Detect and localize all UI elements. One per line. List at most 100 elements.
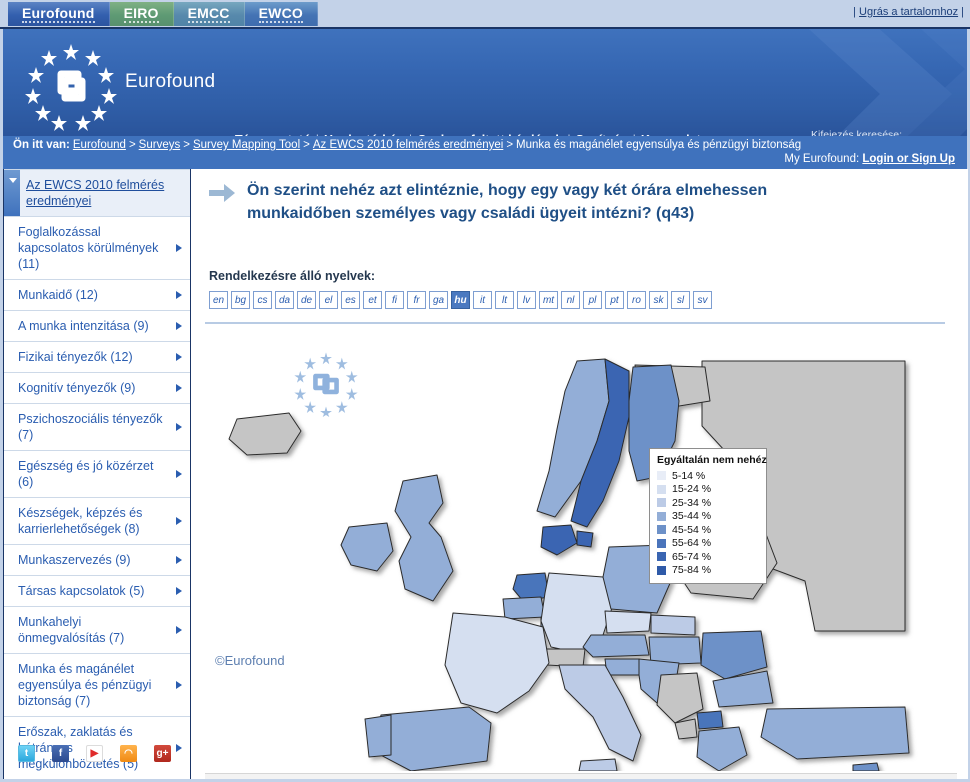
language-nl[interactable]: nl: [561, 291, 580, 309]
choropleth-map[interactable]: ©Eurofound Egyáltalán nem nehéz 5-14 % 15…: [205, 331, 957, 771]
sidebar-item-6[interactable]: Kognitív tényezők (9): [4, 373, 190, 404]
sidebar-item-13[interactable]: Munka és magánélet egyensúlya és pénzügy…: [4, 654, 190, 717]
language-cs[interactable]: cs: [253, 291, 272, 309]
chevron-right-icon[interactable]: [176, 626, 182, 634]
sidebar-item-8[interactable]: Egészség és jó közérzet (6): [4, 451, 190, 498]
legend-swatch: [657, 511, 666, 521]
chevron-right-icon[interactable]: [176, 517, 182, 525]
language-el[interactable]: el: [319, 291, 338, 309]
sidebar-item-12[interactable]: Munkahelyi önmegvalósítás (7): [4, 607, 190, 654]
language-it[interactable]: it: [473, 291, 492, 309]
map-copyright: ©Eurofound: [215, 653, 285, 668]
question-block: Ön szerint nehéz azt elintéznie, hogy eg…: [209, 179, 829, 225]
sidebar-item-3[interactable]: Munkaidő (12): [4, 280, 190, 311]
icon-glyph: ◠: [124, 748, 133, 759]
legend-rows: 5-14 % 15-24 % 25-34 % 35-44 % 45-54 % 55-64 …: [657, 469, 759, 577]
tab-label: Eurofound: [22, 4, 95, 23]
language-es[interactable]: es: [341, 291, 360, 309]
chevron-right-icon[interactable]: [176, 291, 182, 299]
legend-swatch: [657, 552, 666, 562]
my-eurofound-label: My Eurofound:: [784, 153, 860, 165]
language-pt[interactable]: pt: [605, 291, 624, 309]
legend-label: 15-24 %: [672, 483, 712, 496]
legend-swatch: [657, 498, 666, 508]
breadcrumb-item-5: Munka és magánélet egyensúlya és pénzügy…: [516, 139, 802, 151]
languages-label: Rendelkezésre álló nyelvek:: [209, 269, 376, 283]
youtube-icon[interactable]: ▶: [86, 745, 103, 762]
language-de[interactable]: de: [297, 291, 316, 309]
top-tab-bar: Eurofound EIRO EMCC EWCO | Ugrás a tartalom…: [0, 0, 970, 28]
eurofound-logo[interactable]: Eurofound: [21, 41, 215, 131]
language-mt[interactable]: mt: [539, 291, 558, 309]
sidebar-item-5[interactable]: Fizikai tényezők (12): [4, 342, 190, 373]
chevron-right-icon[interactable]: [176, 384, 182, 392]
icon-glyph: f: [58, 748, 63, 759]
language-ro[interactable]: ro: [627, 291, 646, 309]
tab-ewco[interactable]: EWCO: [244, 2, 318, 26]
sidebar-item-2[interactable]: Foglalkozással kapcsolatos körülmények (…: [4, 217, 190, 280]
language-lv[interactable]: lv: [517, 291, 536, 309]
language-bg[interactable]: bg: [231, 291, 250, 309]
legend-swatch: [657, 565, 666, 575]
tab-eurofound[interactable]: Eurofound: [8, 2, 110, 26]
facebook-icon[interactable]: f: [52, 745, 69, 762]
language-et[interactable]: et: [363, 291, 382, 309]
page-title: Ön szerint nehéz azt elintéznie, hogy eg…: [247, 182, 768, 222]
chevron-right-icon[interactable]: [176, 244, 182, 252]
language-da[interactable]: da: [275, 291, 294, 309]
skip-prefix: |: [853, 6, 856, 18]
legend-label: 75-84 %: [672, 564, 712, 577]
tab-emcc[interactable]: EMCC: [173, 2, 245, 26]
language-hu[interactable]: hu: [451, 291, 470, 309]
legend-title: Egyáltalán nem nehéz: [657, 454, 767, 466]
language-fr[interactable]: fr: [407, 291, 426, 309]
chevron-right-icon[interactable]: [176, 556, 182, 564]
breadcrumb-separator: >: [128, 139, 136, 151]
site-search: Kifejezés keresése: Keresés: [811, 129, 961, 136]
breadcrumb-item-2[interactable]: Surveys: [139, 139, 181, 151]
sidebar-item-label: Munkaszervezés (9): [18, 553, 131, 567]
chevron-right-icon[interactable]: [176, 744, 182, 752]
tab-eiro[interactable]: EIRO: [109, 2, 174, 26]
sidebar-item-11[interactable]: Társas kapcsolatok (5): [4, 576, 190, 607]
chevron-right-icon[interactable]: [176, 353, 182, 361]
sidebar-item-9[interactable]: Készségek, képzés és karrierlehetőségek …: [4, 498, 190, 545]
arrow-right-icon: [209, 184, 235, 202]
sidebar-item-7[interactable]: Pszichoszociális tényezők (7): [4, 404, 190, 451]
legend-label: 65-74 %: [672, 550, 712, 563]
breadcrumb-separator: >: [303, 139, 310, 151]
language-pl[interactable]: pl: [583, 291, 602, 309]
chevron-right-icon[interactable]: [176, 322, 182, 330]
sidebar-item-1[interactable]: Az EWCS 2010 felmérés eredményei: [4, 169, 190, 217]
googleplus-icon[interactable]: g+: [154, 745, 171, 762]
language-sk[interactable]: sk: [649, 291, 668, 309]
twitter-icon[interactable]: t: [18, 745, 35, 762]
chevron-right-icon[interactable]: [176, 423, 182, 431]
sidebar-item-label: Az EWCS 2010 felmérés eredményei: [26, 178, 165, 208]
sidebar-item-10[interactable]: Munkaszervezés (9): [4, 545, 190, 576]
skip-to-content-link[interactable]: Ugrás a tartalomhoz: [859, 6, 958, 18]
language-sl[interactable]: sl: [671, 291, 690, 309]
language-sv[interactable]: sv: [693, 291, 712, 309]
language-en[interactable]: en: [209, 291, 228, 309]
legend-label: 45-54 %: [672, 523, 712, 536]
breadcrumb-item-3[interactable]: Survey Mapping Tool: [193, 139, 300, 151]
chevron-right-icon[interactable]: [176, 587, 182, 595]
login-or-signup-link[interactable]: Login or Sign Up: [862, 153, 955, 165]
chevron-right-icon[interactable]: [176, 470, 182, 478]
legend-row-6: 55-64 %: [657, 537, 759, 551]
sidebar-item-4[interactable]: A munka intenzitása (9): [4, 311, 190, 342]
language-lt[interactable]: lt: [495, 291, 514, 309]
language-ga[interactable]: ga: [429, 291, 448, 309]
language-fi[interactable]: fi: [385, 291, 404, 309]
rss-icon[interactable]: ◠: [120, 745, 137, 762]
site-tabs: Eurofound EIRO EMCC EWCO: [8, 2, 318, 26]
chevron-down-icon[interactable]: [4, 170, 20, 216]
breadcrumb-separator: >: [183, 139, 190, 151]
breadcrumb-item-1[interactable]: Eurofound: [73, 139, 126, 151]
sidebar-item-label: Egészség és jó közérzet (6): [18, 459, 154, 489]
breadcrumb-item-4[interactable]: Az EWCS 2010 felmérés eredményei: [313, 139, 503, 151]
sidebar: Az EWCS 2010 felmérés eredményei Foglalko…: [4, 169, 190, 780]
sidebar-item-label: Munkaidő (12): [18, 288, 98, 302]
chevron-right-icon[interactable]: [176, 681, 182, 689]
